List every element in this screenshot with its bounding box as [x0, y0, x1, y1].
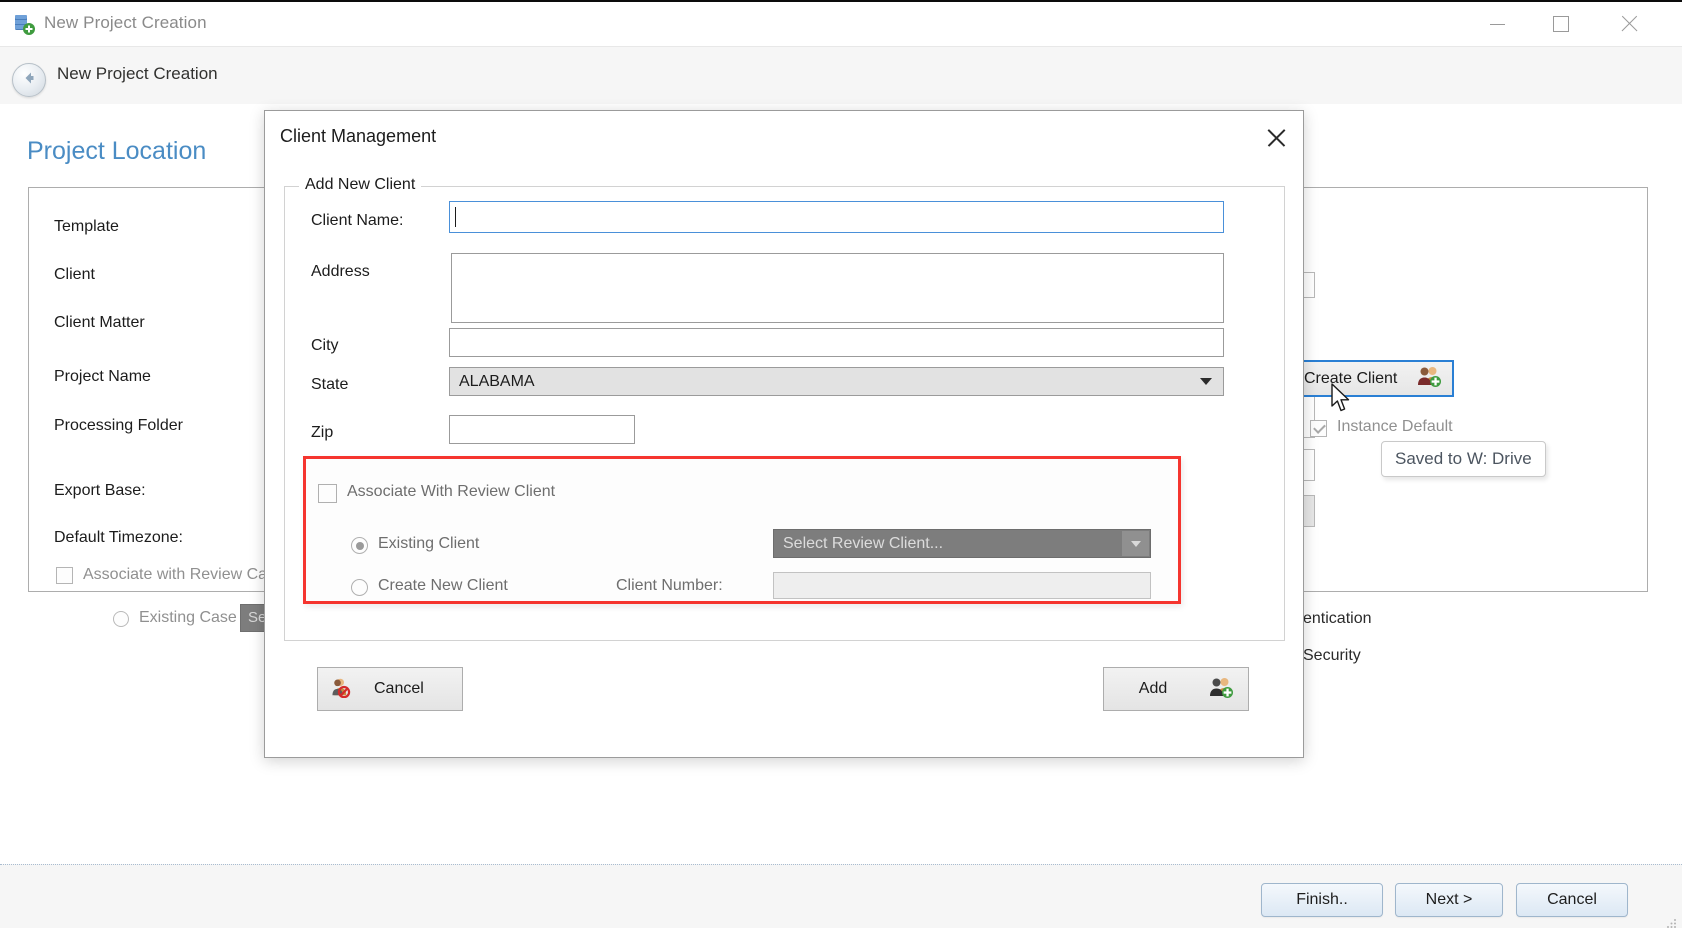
existing-case-label: Existing Case — [139, 609, 237, 626]
chevron-down-icon — [1200, 378, 1212, 385]
back-button[interactable] — [12, 63, 46, 97]
zip-label: Zip — [311, 424, 334, 441]
field-label-client: Client — [54, 266, 95, 283]
resize-grip[interactable] — [1666, 916, 1677, 928]
zip-input[interactable] — [449, 415, 635, 444]
address-label: Address — [311, 263, 370, 280]
select-review-client-dropdown[interactable]: Select Review Client... — [773, 529, 1151, 558]
city-input[interactable] — [449, 328, 1224, 357]
client-management-dialog: Client Management Add New Client Client … — [264, 110, 1304, 758]
state-label: State — [311, 376, 349, 393]
client-name-label: Client Name: — [311, 212, 404, 229]
state-value: ALABAMA — [459, 372, 535, 390]
dialog-add-label: Add — [1138, 680, 1168, 697]
page-title: Project Location — [27, 137, 207, 165]
field-label-client-matter: Client Matter — [54, 314, 145, 331]
close-icon — [1620, 15, 1638, 33]
wizard-footer: Finish.. Next > Cancel — [0, 864, 1682, 928]
client-number-label: Client Number: — [616, 577, 723, 594]
instance-default-label: Instance Default — [1337, 418, 1453, 435]
cancel-button[interactable]: Cancel — [1516, 883, 1628, 917]
associate-review-case-checkbox[interactable] — [56, 567, 73, 584]
wizard-header-bar — [0, 47, 1682, 105]
create-client-button[interactable]: Create Client — [1292, 360, 1454, 397]
field-label-template: Template — [54, 218, 119, 235]
text-caret — [455, 207, 457, 227]
field-label-default-timezone: Default Timezone: — [54, 529, 183, 546]
right-item-authentication: entication — [1303, 610, 1372, 627]
dialog-add-button[interactable]: Add — [1103, 667, 1249, 711]
existing-client-label: Existing Client — [378, 535, 480, 552]
select-review-client-placeholder: Select Review Client... — [783, 534, 944, 552]
state-combobox[interactable]: ALABAMA — [449, 367, 1224, 396]
existing-case-radio[interactable] — [113, 611, 129, 627]
create-new-client-label: Create New Client — [378, 577, 508, 594]
associate-review-client-label: Associate With Review Client — [347, 483, 556, 500]
maximize-button[interactable] — [1530, 2, 1592, 46]
users-add-icon — [1208, 676, 1234, 703]
client-name-input[interactable] — [449, 201, 1224, 233]
right-item-security: Security — [1303, 647, 1361, 664]
dialog-title: Client Management — [280, 126, 437, 146]
minimize-icon — [1489, 23, 1505, 25]
users-cancel-icon — [332, 676, 356, 703]
field-label-project-name: Project Name — [54, 368, 151, 385]
next-button[interactable]: Next > — [1395, 883, 1503, 917]
create-client-label: Create Client — [1304, 369, 1398, 387]
back-arrow-icon — [20, 69, 38, 92]
dialog-cancel-button[interactable]: Cancel — [317, 667, 463, 711]
instance-default-checkbox[interactable] — [1310, 420, 1327, 437]
fieldset-legend: Add New Client — [299, 176, 422, 194]
dialog-close-button[interactable] — [1259, 121, 1293, 155]
city-label: City — [311, 337, 339, 354]
field-label-export-base: Export Base: — [54, 482, 146, 499]
create-new-client-radio[interactable] — [351, 579, 368, 596]
application-window: New Project Creation New Project Creatio… — [0, 0, 1682, 928]
client-number-input[interactable] — [773, 572, 1151, 599]
title-bar: New Project Creation — [0, 2, 1682, 47]
minimize-button[interactable] — [1466, 2, 1528, 46]
app-database-add-icon — [12, 12, 36, 36]
chevron-down-icon — [1130, 540, 1141, 547]
dropdown-arrow-button[interactable] — [1122, 531, 1149, 556]
window-title: New Project Creation — [44, 13, 207, 32]
associate-review-case-label: Associate with Review Case — [83, 566, 284, 583]
field-label-processing-folder: Processing Folder — [54, 417, 183, 434]
finish-button[interactable]: Finish.. — [1261, 883, 1383, 917]
associate-review-client-checkbox[interactable] — [318, 484, 337, 503]
dialog-cancel-label: Cancel — [374, 680, 424, 697]
associate-review-client-region: Associate With Review Client Existing Cl… — [303, 456, 1181, 604]
address-input[interactable] — [451, 253, 1224, 323]
saved-location-tooltip: Saved to W: Drive — [1381, 441, 1546, 477]
wizard-header-title: New Project Creation — [57, 64, 218, 83]
close-window-button[interactable] — [1598, 2, 1660, 46]
maximize-icon — [1553, 16, 1569, 32]
close-icon — [1266, 128, 1286, 148]
users-add-icon — [1416, 365, 1442, 392]
existing-client-radio[interactable] — [351, 537, 368, 554]
